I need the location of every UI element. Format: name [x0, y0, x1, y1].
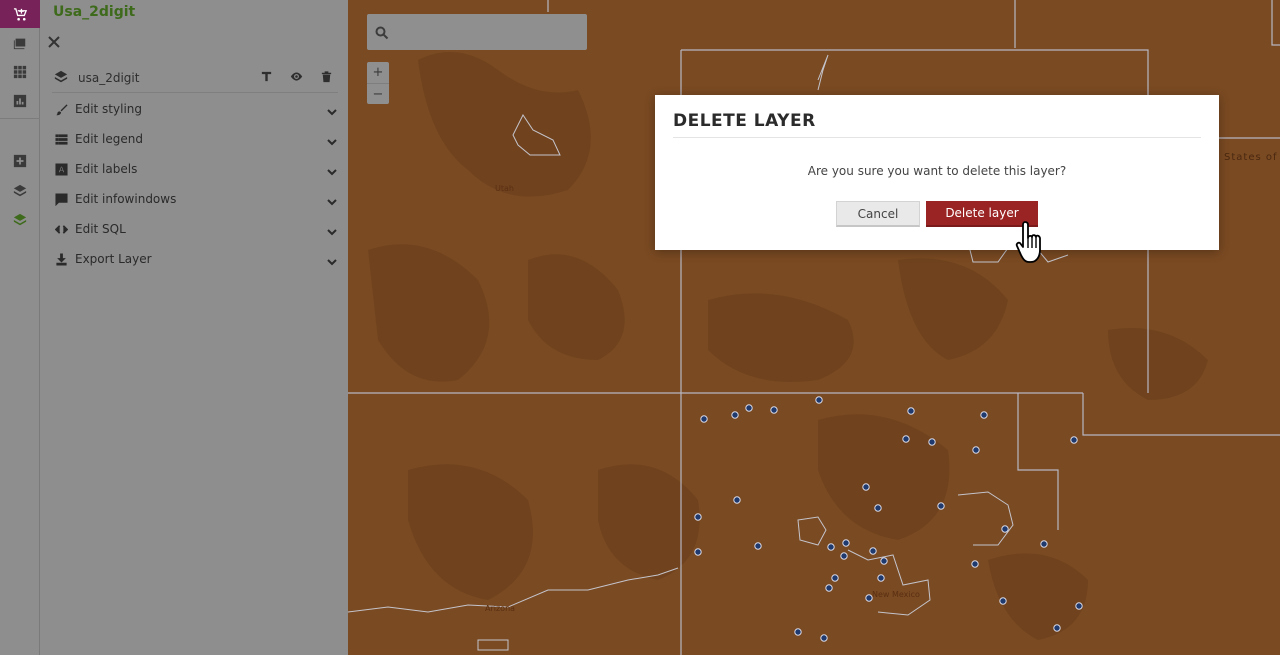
data-point[interactable] [874, 504, 882, 512]
rail-chart-button[interactable] [0, 86, 40, 116]
list-icon [54, 132, 68, 146]
hand-cursor-icon [1015, 221, 1041, 263]
rail-maps-button[interactable] [0, 28, 40, 58]
data-point[interactable] [971, 560, 979, 568]
data-point[interactable] [907, 407, 915, 415]
layers-icon [13, 184, 27, 197]
cancel-button[interactable]: Cancel [836, 201, 920, 227]
data-point[interactable] [815, 396, 823, 404]
data-point[interactable] [1075, 602, 1083, 610]
chevron-down-icon [326, 223, 338, 236]
plus-box-icon [13, 154, 27, 168]
grid-icon [13, 65, 27, 79]
chevron-down-icon [326, 163, 338, 176]
label-a-icon [54, 162, 68, 176]
delete-layer-button[interactable] [318, 68, 334, 84]
icon-rail [0, 0, 40, 655]
data-point[interactable] [865, 594, 873, 602]
menu-label: Edit SQL [75, 222, 126, 236]
data-point[interactable] [862, 483, 870, 491]
data-point[interactable] [1070, 436, 1078, 444]
rail-grid-button[interactable] [0, 57, 40, 87]
rail-active-layer-button[interactable] [0, 205, 40, 235]
data-point[interactable] [700, 415, 708, 423]
bar-chart-icon [13, 94, 27, 108]
layers-active-icon [13, 213, 27, 226]
rail-layers-button[interactable] [0, 176, 40, 206]
data-point[interactable] [827, 543, 835, 551]
data-point[interactable] [733, 496, 741, 504]
data-point[interactable] [731, 411, 739, 419]
menu-label: Edit styling [75, 102, 143, 116]
data-point[interactable] [980, 411, 988, 419]
layer-stack-icon [54, 69, 68, 83]
rail-divider [0, 118, 40, 119]
menu-edit-legend[interactable]: Edit legend [52, 124, 338, 154]
menu-edit-styling[interactable]: Edit styling [52, 94, 338, 124]
dialog-title: DELETE LAYER [673, 111, 816, 131]
data-point[interactable] [877, 574, 885, 582]
data-point[interactable] [694, 548, 702, 556]
chevron-down-icon [326, 193, 338, 206]
menu-edit-sql[interactable]: Edit SQL [52, 214, 338, 244]
dialog-message: Are you sure you want to delete this lay… [807, 164, 1067, 178]
menu-edit-labels[interactable]: Edit labels [52, 154, 338, 184]
menu-label: Edit infowindows [75, 192, 177, 206]
menu-edit-infowindows[interactable]: Edit infowindows [52, 184, 338, 214]
menu-export-layer[interactable]: Export Layer [52, 244, 338, 274]
data-point[interactable] [1001, 525, 1009, 533]
data-point[interactable] [840, 552, 848, 560]
data-point[interactable] [831, 574, 839, 582]
data-point[interactable] [1040, 540, 1048, 548]
rename-layer-button[interactable] [258, 68, 274, 84]
image-stack-icon [13, 38, 26, 50]
menu-label: Edit labels [75, 162, 138, 176]
data-point[interactable] [770, 406, 778, 414]
rail-add-button[interactable] [0, 146, 40, 176]
data-point[interactable] [972, 446, 980, 454]
data-point[interactable] [869, 547, 877, 555]
close-icon [48, 36, 60, 48]
layer-row: usa_2digit [52, 63, 338, 93]
delete-layer-dialog: DELETE LAYER Are you sure you want to de… [655, 95, 1219, 250]
dialog-divider [673, 137, 1201, 138]
data-point[interactable] [820, 634, 828, 642]
cart-icon [13, 7, 27, 20]
trash-icon [321, 70, 331, 82]
panel-title: Usa_2digit [53, 4, 136, 20]
chevron-down-icon [326, 253, 338, 266]
code-icon [54, 222, 68, 236]
data-point[interactable] [754, 542, 762, 550]
comment-icon [54, 192, 68, 206]
data-point[interactable] [745, 404, 753, 412]
data-point[interactable] [825, 584, 833, 592]
menu-label: Edit legend [75, 132, 143, 146]
data-point[interactable] [928, 438, 936, 446]
data-point[interactable] [937, 502, 945, 510]
data-point[interactable] [694, 513, 702, 521]
text-t-icon [261, 71, 271, 81]
data-point[interactable] [1053, 624, 1061, 632]
eye-icon [290, 71, 302, 81]
data-point[interactable] [902, 435, 910, 443]
toggle-visibility-button[interactable] [288, 68, 304, 84]
cart-button[interactable] [0, 0, 40, 28]
download-icon [54, 252, 68, 266]
data-point[interactable] [880, 557, 888, 565]
chevron-down-icon [326, 133, 338, 146]
layer-panel: Usa_2digit usa_2digit Edit styling Edit … [40, 0, 348, 655]
layer-name: usa_2digit [78, 71, 140, 85]
data-point[interactable] [999, 597, 1007, 605]
data-point[interactable] [794, 628, 802, 636]
close-panel-button[interactable] [47, 34, 61, 48]
data-point[interactable] [842, 539, 850, 547]
menu-label: Export Layer [75, 252, 152, 266]
chevron-down-icon [326, 103, 338, 116]
brush-icon [54, 102, 68, 116]
